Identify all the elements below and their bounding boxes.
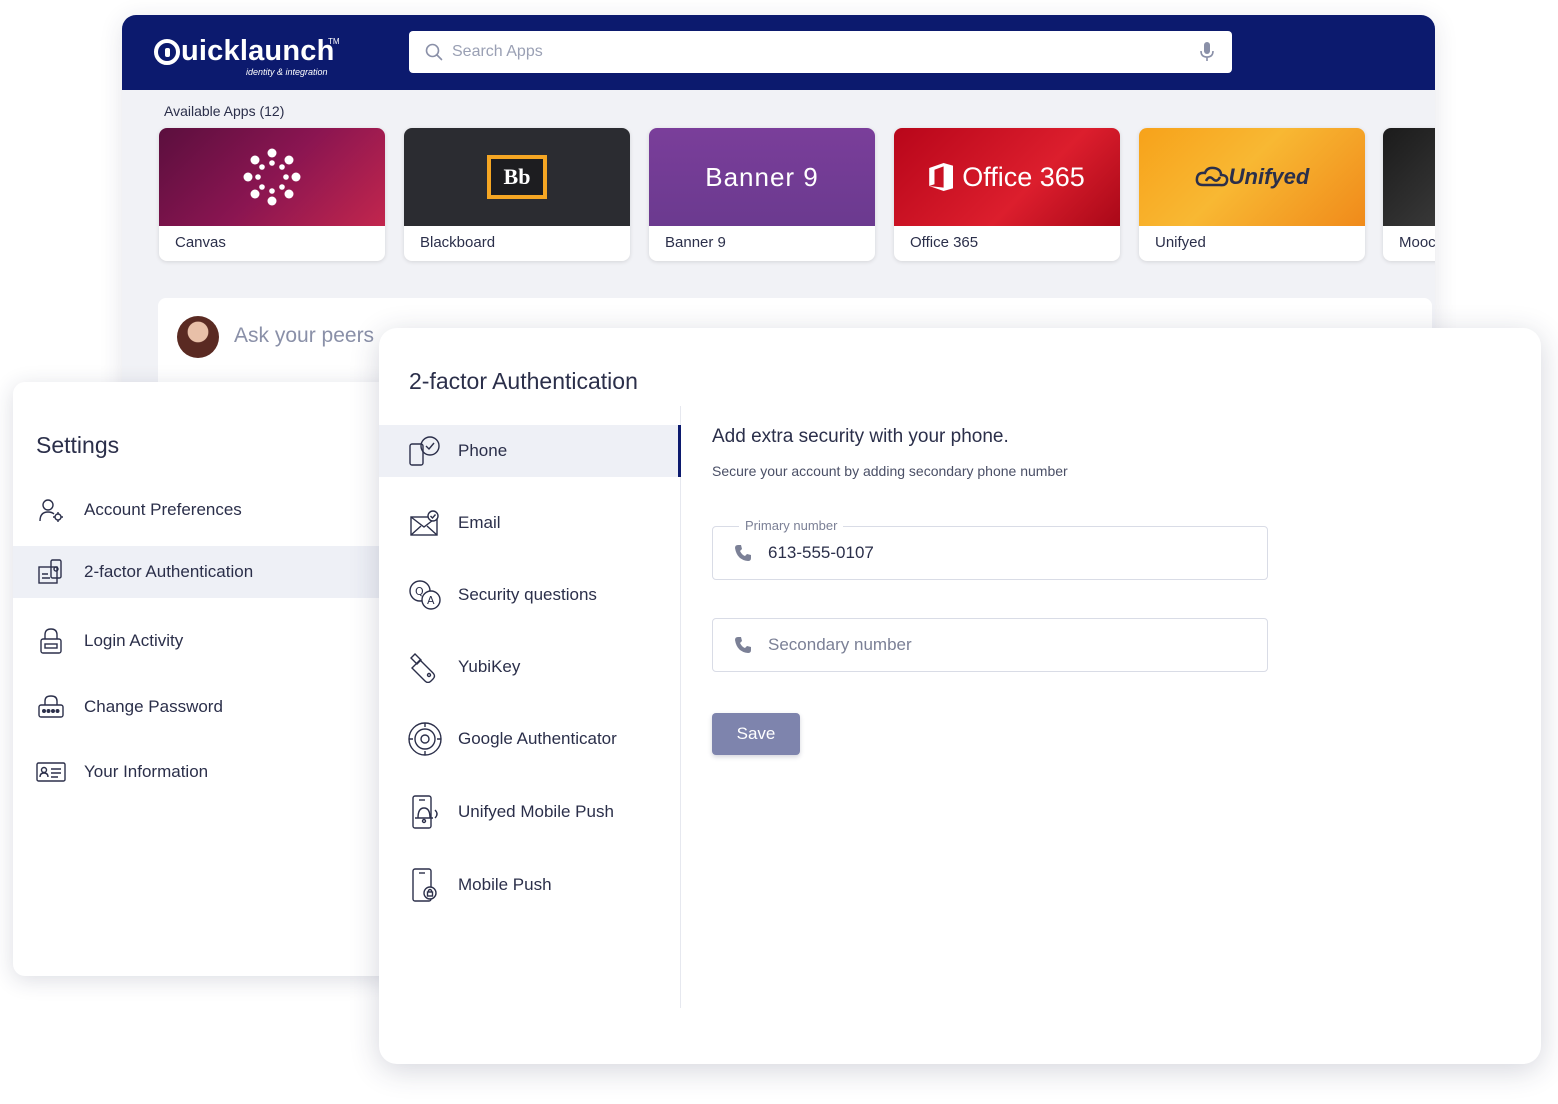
ask-peers-input[interactable]: Ask your peers [234, 324, 374, 348]
banner9-banner: Banner 9 [649, 128, 875, 226]
id-card-icon [36, 757, 66, 787]
avatar [177, 316, 219, 358]
app-label-blackboard: Blackboard [420, 234, 496, 251]
primary-number-label: Primary number [739, 518, 844, 533]
email-check-icon [407, 505, 443, 541]
blackboard-banner: Bb [404, 128, 630, 226]
search-input[interactable] [452, 43, 1198, 61]
method-yubikey[interactable]: YubiKey [379, 641, 681, 693]
quicklaunch-logo[interactable]: uicklaunch TM identity & integration [154, 35, 340, 77]
method-security-questions[interactable]: Q A Security questions [379, 569, 681, 621]
settings-panel: Settings Account Preferences 2-factor Au… [13, 382, 393, 976]
app-card-office365[interactable]: Office 365 Office 365 [894, 128, 1120, 261]
settings-title: Settings [36, 432, 120, 458]
method-phone[interactable]: Phone [379, 425, 681, 477]
save-button[interactable]: Save [712, 713, 800, 755]
secondary-number-field[interactable] [712, 618, 1268, 672]
app-card-blackboard[interactable]: Bb Blackboard [404, 128, 630, 261]
user-gear-icon [36, 495, 66, 525]
settings-item-login-activity[interactable]: Login Activity [13, 615, 393, 667]
mobile-lock-icon [407, 867, 443, 903]
primary-number-field[interactable]: Primary number [712, 518, 1268, 580]
method-label: Security questions [458, 585, 597, 604]
method-label: Mobile Push [458, 875, 552, 894]
settings-item-label: 2-factor Authentication [84, 562, 254, 581]
settings-item-change-password[interactable]: Change Password [13, 681, 393, 733]
app-card-canvas[interactable]: Canvas [159, 128, 385, 261]
banner9-logo: Banner 9 [705, 161, 819, 192]
unifyed-logo: Unifyed [1228, 164, 1310, 189]
canvas-banner [159, 128, 385, 226]
unifyed-banner: Unifyed [1139, 128, 1365, 226]
available-apps-title: Available Apps (12) [164, 103, 285, 119]
search-bar [409, 31, 1232, 73]
app-card-banner9[interactable]: Banner 9 Banner 9 [649, 128, 875, 261]
method-list: Phone Email Q A Security questions YubiK… [379, 406, 681, 1008]
search-icon [425, 43, 443, 61]
mooc-banner [1383, 128, 1435, 226]
logo-q-icon [154, 38, 180, 65]
apps-row: Canvas Bb Blackboard Banner 9 Banner 9 O… [159, 128, 1435, 264]
password-lock-icon [36, 692, 66, 722]
method-email[interactable]: Email [379, 497, 681, 549]
method-label: Email [458, 513, 501, 532]
method-label: Phone [458, 441, 508, 460]
logo-trademark: TM [328, 37, 340, 46]
phone-icon [735, 545, 751, 561]
two-factor-icon [36, 557, 66, 587]
office365-logo: Office 365 [962, 161, 1085, 192]
office-icon [929, 163, 954, 191]
unifyed-cloud-icon [1195, 166, 1229, 187]
method-label: Google Authenticator [458, 729, 617, 748]
app-label-office365: Office 365 [910, 234, 979, 251]
method-mobile-push[interactable]: Mobile Push [379, 859, 681, 911]
logo-tagline: identity & integration [246, 67, 328, 77]
lock-icon [36, 626, 66, 656]
two-factor-modal: 2-factor Authentication Phone Email Q A … [379, 328, 1541, 1064]
settings-item-label: Login Activity [84, 631, 184, 650]
secondary-number-input[interactable] [768, 635, 1238, 655]
modal-title: 2-factor Authentication [409, 368, 638, 394]
mobile-bell-icon [407, 794, 443, 830]
qa-icon: Q A [407, 577, 443, 613]
method-label: Unifyed Mobile Push [458, 802, 614, 821]
authenticator-icon [407, 721, 443, 757]
phone-pane: Add extra security with your phone. Secu… [712, 426, 1272, 479]
settings-item-your-information[interactable]: Your Information [13, 746, 393, 798]
settings-item-account-preferences[interactable]: Account Preferences [13, 484, 393, 536]
svg-text:Q: Q [415, 585, 424, 598]
pane-title: Add extra security with your phone. [712, 426, 1009, 447]
app-label-mooc: Mooc [1399, 234, 1435, 251]
method-unifyed-mobile-push[interactable]: Unifyed Mobile Push [379, 786, 681, 838]
app-label-unifyed: Unifyed [1155, 234, 1206, 251]
usb-key-icon [407, 649, 443, 685]
pane-subtitle: Secure your account by adding secondary … [712, 463, 1068, 479]
app-card-mooc[interactable]: Mooc [1383, 128, 1435, 261]
logo-text: uicklaunch [181, 35, 335, 67]
method-label: YubiKey [458, 657, 521, 676]
blackboard-logo: Bb [487, 155, 547, 199]
primary-number-input[interactable] [768, 543, 1238, 563]
app-label-canvas: Canvas [175, 234, 226, 251]
canvas-logo-icon [243, 148, 301, 206]
method-google-authenticator[interactable]: Google Authenticator [379, 713, 681, 765]
settings-item-label: Your Information [84, 762, 209, 781]
microphone-icon[interactable] [1198, 41, 1216, 63]
phone-check-icon [407, 433, 443, 469]
portal-header: uicklaunch TM identity & integration [122, 15, 1435, 90]
settings-item-label: Account Preferences [84, 500, 242, 519]
app-card-unifyed[interactable]: Unifyed Unifyed [1139, 128, 1365, 261]
settings-item-two-factor[interactable]: 2-factor Authentication [13, 546, 393, 598]
app-label-banner9: Banner 9 [665, 234, 726, 251]
settings-item-label: Change Password [84, 697, 223, 716]
phone-icon [735, 637, 751, 653]
office365-banner: Office 365 [894, 128, 1120, 226]
svg-text:A: A [427, 594, 435, 607]
